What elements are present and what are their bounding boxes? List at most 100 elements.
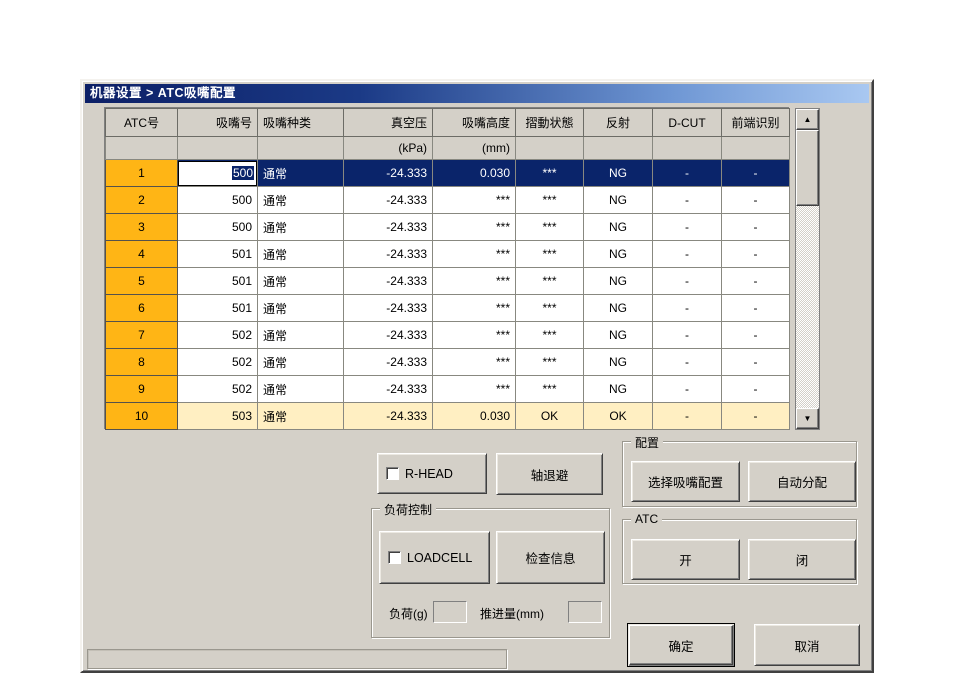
cell-r5-c5[interactable]: *** <box>516 268 584 295</box>
cell-r2-c3[interactable]: -24.333 <box>344 187 433 214</box>
cell-r1-c7[interactable]: - <box>653 160 722 187</box>
cell-r10-c0[interactable]: 10 <box>106 403 178 430</box>
cell-r3-c2[interactable]: 通常 <box>258 214 344 241</box>
cell-r2-c0[interactable]: 2 <box>106 187 178 214</box>
cell-r1-c5[interactable]: *** <box>516 160 584 187</box>
cell-r10-c7[interactable]: - <box>653 403 722 430</box>
cell-r2-c5[interactable]: *** <box>516 187 584 214</box>
cell-r10-c8[interactable]: - <box>722 403 790 430</box>
cell-r2-c8[interactable]: - <box>722 187 790 214</box>
load-field[interactable] <box>433 601 467 623</box>
cell-r3-c4[interactable]: *** <box>433 214 516 241</box>
cell-r7-c7[interactable]: - <box>653 322 722 349</box>
loadcell-checkbox[interactable] <box>388 551 401 564</box>
cell-r9-c7[interactable]: - <box>653 376 722 403</box>
cell-r8-c1[interactable]: 502 <box>178 349 258 376</box>
auto-assign-button[interactable]: 自动分配 <box>748 461 856 502</box>
cell-r3-c6[interactable]: NG <box>584 214 653 241</box>
cell-r8-c5[interactable]: *** <box>516 349 584 376</box>
cancel-button[interactable]: 取消 <box>754 624 860 666</box>
cell-r6-c0[interactable]: 6 <box>106 295 178 322</box>
cell-r4-c8[interactable]: - <box>722 241 790 268</box>
cell-r8-c6[interactable]: NG <box>584 349 653 376</box>
cell-r6-c5[interactable]: *** <box>516 295 584 322</box>
cell-r6-c2[interactable]: 通常 <box>258 295 344 322</box>
cell-r7-c8[interactable]: - <box>722 322 790 349</box>
cell-r3-c7[interactable]: - <box>653 214 722 241</box>
cell-r3-c3[interactable]: -24.333 <box>344 214 433 241</box>
cell-r5-c4[interactable]: *** <box>433 268 516 295</box>
cell-r7-c1[interactable]: 502 <box>178 322 258 349</box>
cell-r5-c3[interactable]: -24.333 <box>344 268 433 295</box>
cell-r3-c5[interactable]: *** <box>516 214 584 241</box>
cell-r10-c3[interactable]: -24.333 <box>344 403 433 430</box>
cell-r1-c2[interactable]: 通常 <box>258 160 344 187</box>
cell-r1-c1[interactable]: 500 <box>178 160 258 187</box>
cell-r4-c0[interactable]: 4 <box>106 241 178 268</box>
cell-r2-c6[interactable]: NG <box>584 187 653 214</box>
cell-r4-c4[interactable]: *** <box>433 241 516 268</box>
cell-r6-c7[interactable]: - <box>653 295 722 322</box>
cell-r4-c2[interactable]: 通常 <box>258 241 344 268</box>
cell-r7-c6[interactable]: NG <box>584 322 653 349</box>
rhead-checkbox-panel[interactable]: R-HEAD <box>377 453 487 494</box>
feed-field[interactable] <box>568 601 602 623</box>
cell-r8-c2[interactable]: 通常 <box>258 349 344 376</box>
cell-r2-c1[interactable]: 500 <box>178 187 258 214</box>
cell-r9-c5[interactable]: *** <box>516 376 584 403</box>
cell-r1-c0[interactable]: 1 <box>106 160 178 187</box>
cell-r10-c1[interactable]: 503 <box>178 403 258 430</box>
cell-r1-c4[interactable]: 0.030 <box>433 160 516 187</box>
cell-r3-c8[interactable]: - <box>722 214 790 241</box>
cell-r9-c4[interactable]: *** <box>433 376 516 403</box>
loadcell-checkbox-panel[interactable]: LOADCELL <box>379 531 490 584</box>
axis-retract-button[interactable]: 轴退避 <box>496 453 603 495</box>
cell-r9-c0[interactable]: 9 <box>106 376 178 403</box>
cell-r5-c1[interactable]: 501 <box>178 268 258 295</box>
nozzle-number-edit-input[interactable]: 500 <box>178 161 257 186</box>
cell-r8-c8[interactable]: - <box>722 349 790 376</box>
cell-r9-c6[interactable]: NG <box>584 376 653 403</box>
scroll-up-button[interactable]: ▲ <box>796 109 819 130</box>
cell-r2-c7[interactable]: - <box>653 187 722 214</box>
cell-r9-c1[interactable]: 502 <box>178 376 258 403</box>
cell-r5-c6[interactable]: NG <box>584 268 653 295</box>
cell-r6-c4[interactable]: *** <box>433 295 516 322</box>
cell-r1-c8[interactable]: - <box>722 160 790 187</box>
cell-r5-c7[interactable]: - <box>653 268 722 295</box>
check-info-button[interactable]: 检查信息 <box>496 531 605 584</box>
cell-r6-c3[interactable]: -24.333 <box>344 295 433 322</box>
cell-r4-c6[interactable]: NG <box>584 241 653 268</box>
cell-r6-c1[interactable]: 501 <box>178 295 258 322</box>
cell-r4-c7[interactable]: - <box>653 241 722 268</box>
cell-r2-c2[interactable]: 通常 <box>258 187 344 214</box>
cell-r8-c0[interactable]: 8 <box>106 349 178 376</box>
cell-r4-c1[interactable]: 501 <box>178 241 258 268</box>
ok-button[interactable]: 确定 <box>627 623 735 667</box>
cell-r7-c0[interactable]: 7 <box>106 322 178 349</box>
scrollbar-thumb[interactable] <box>796 130 819 206</box>
cell-r6-c6[interactable]: NG <box>584 295 653 322</box>
cell-r9-c8[interactable]: - <box>722 376 790 403</box>
cell-r4-c5[interactable]: *** <box>516 241 584 268</box>
cell-r7-c4[interactable]: *** <box>433 322 516 349</box>
cell-r5-c8[interactable]: - <box>722 268 790 295</box>
cell-r2-c4[interactable]: *** <box>433 187 516 214</box>
cell-r8-c7[interactable]: - <box>653 349 722 376</box>
atc-close-button[interactable]: 闭 <box>748 539 856 580</box>
cell-r9-c3[interactable]: -24.333 <box>344 376 433 403</box>
cell-r1-c6[interactable]: NG <box>584 160 653 187</box>
cell-r10-c6[interactable]: OK <box>584 403 653 430</box>
cell-r4-c3[interactable]: -24.333 <box>344 241 433 268</box>
cell-r7-c2[interactable]: 通常 <box>258 322 344 349</box>
cell-r3-c0[interactable]: 3 <box>106 214 178 241</box>
cell-r8-c3[interactable]: -24.333 <box>344 349 433 376</box>
vertical-scrollbar[interactable]: ▲ ▼ <box>795 108 820 430</box>
cell-r9-c2[interactable]: 通常 <box>258 376 344 403</box>
scroll-down-button[interactable]: ▼ <box>796 408 819 429</box>
cell-r5-c0[interactable]: 5 <box>106 268 178 295</box>
atc-open-button[interactable]: 开 <box>631 539 740 580</box>
cell-r7-c3[interactable]: -24.333 <box>344 322 433 349</box>
cell-r10-c4[interactable]: 0.030 <box>433 403 516 430</box>
cell-r10-c5[interactable]: OK <box>516 403 584 430</box>
